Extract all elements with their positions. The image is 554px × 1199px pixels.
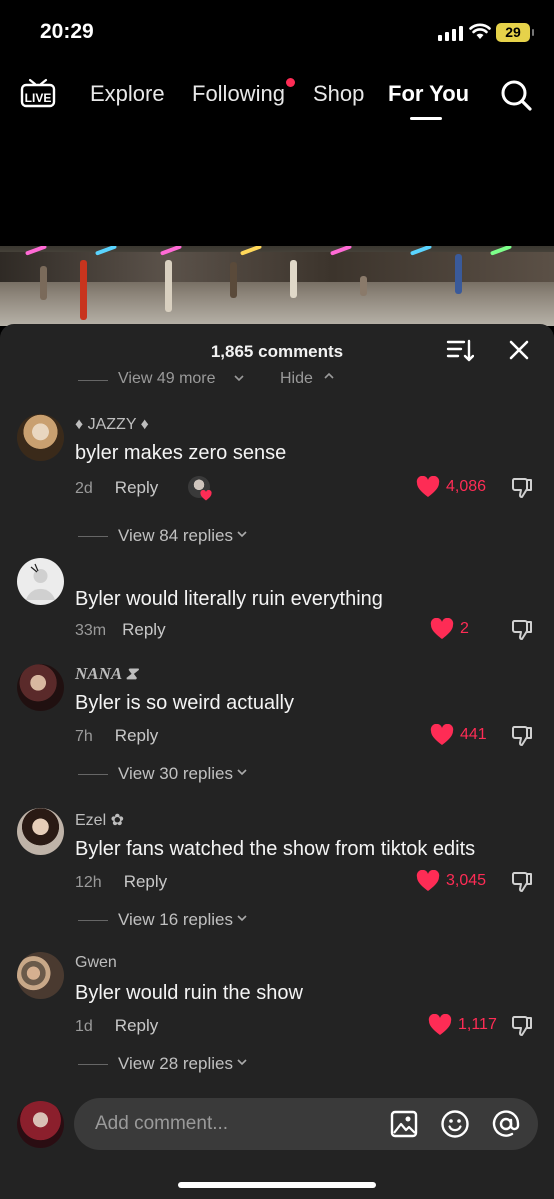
emoji-icon[interactable] — [440, 1109, 470, 1139]
image-icon[interactable] — [390, 1110, 418, 1138]
like-count: 441 — [460, 726, 487, 743]
reply-button[interactable]: Reply — [115, 1016, 158, 1035]
like-count: 4,086 — [446, 478, 487, 495]
view-replies-label: View 84 replies — [118, 526, 233, 545]
chevron-down-icon — [237, 915, 247, 922]
dislike-icon[interactable] — [510, 476, 534, 500]
like-button[interactable]: 441 — [430, 724, 487, 746]
heart-icon — [430, 724, 454, 745]
comment-text: Byler fans watched the show from tiktok … — [75, 838, 476, 860]
comment-box[interactable] — [74, 1098, 538, 1150]
live-label: LIVE — [25, 91, 52, 105]
reply-button[interactable]: Reply — [115, 478, 158, 497]
view-replies-link[interactable]: View 30 replies — [78, 764, 247, 784]
comment-input-bar — [0, 1082, 554, 1199]
view-replies-label: View 28 replies — [118, 1054, 233, 1073]
dislike-icon[interactable] — [510, 618, 534, 642]
video-player[interactable] — [0, 246, 554, 326]
active-tab-indicator — [410, 117, 442, 120]
comment-text: byler makes zero sense — [75, 442, 287, 464]
battery-icon: 29 — [496, 23, 534, 42]
comment-username[interactable]: Gwen — [75, 954, 117, 972]
like-button[interactable]: 4,086 — [416, 476, 486, 498]
comment-age: 1d — [75, 1018, 93, 1035]
creator-liked-heart-icon — [200, 490, 212, 501]
live-icon[interactable]: LIVE — [20, 78, 56, 108]
avatar[interactable] — [17, 808, 64, 855]
chevron-down-icon — [234, 375, 244, 382]
status-time: 20:29 — [40, 20, 94, 43]
like-count: 2 — [460, 620, 469, 637]
chevron-down-icon — [237, 769, 247, 776]
comment-username[interactable]: ♦ JAZZY ♦ — [75, 416, 149, 434]
chevron-down-icon — [237, 1059, 247, 1066]
status-bar: 20:29 29 — [0, 0, 554, 66]
collapse-replies-row: View 49 more Hide — [78, 368, 378, 390]
dislike-icon[interactable] — [510, 1014, 534, 1038]
heart-icon — [428, 1014, 452, 1035]
view-replies-label: View 16 replies — [118, 910, 233, 929]
chevron-down-icon — [237, 531, 247, 538]
dislike-icon[interactable] — [510, 870, 534, 894]
like-button[interactable]: 1,117 — [428, 1014, 497, 1036]
heart-icon — [430, 618, 454, 639]
default-avatar-icon — [26, 563, 55, 600]
comment-text: Byler would literally ruin everything — [75, 588, 383, 610]
avatar[interactable] — [17, 664, 64, 711]
tab-for-you[interactable]: For You — [388, 81, 469, 107]
cellular-signal-icon — [438, 25, 463, 41]
dislike-icon[interactable] — [510, 724, 534, 748]
comment-age: 7h — [75, 728, 93, 745]
comment-age: 33m — [75, 622, 107, 639]
view-replies-link[interactable]: View 28 replies — [78, 1054, 247, 1074]
comment-username[interactable]: Ezel ✿ — [75, 810, 124, 830]
search-icon[interactable] — [500, 79, 532, 111]
avatar[interactable] — [17, 414, 64, 461]
comment-meta: 1d Reply — [75, 1016, 158, 1036]
home-indicator — [178, 1182, 376, 1188]
wifi-icon — [469, 23, 491, 39]
my-avatar — [17, 1101, 64, 1148]
tab-shop[interactable]: Shop — [313, 81, 364, 107]
avatar[interactable] — [17, 952, 64, 999]
reply-button[interactable]: Reply — [124, 872, 167, 891]
comment-meta: 33m Reply — [75, 620, 166, 640]
mention-icon[interactable] — [491, 1109, 521, 1139]
comment-meta: 12h Reply — [75, 872, 167, 892]
tab-explore[interactable]: Explore — [90, 81, 165, 107]
reply-button[interactable]: Reply — [122, 620, 165, 639]
heart-icon — [416, 870, 440, 891]
comments-sheet: 1,865 comments View 49 more Hide ♦ JAZZY… — [0, 324, 554, 1199]
like-count: 3,045 — [446, 872, 487, 889]
add-comment-input[interactable] — [95, 1110, 375, 1138]
avatar[interactable] — [17, 558, 64, 605]
comment-meta: 2d Reply — [75, 478, 158, 498]
view-replies-link[interactable]: View 84 replies — [78, 526, 247, 546]
reply-button[interactable]: Reply — [115, 726, 158, 745]
view-replies-link[interactable]: View 16 replies — [78, 910, 247, 930]
comment-age: 12h — [75, 874, 102, 891]
heart-icon — [416, 476, 440, 497]
comment-age: 2d — [75, 480, 93, 497]
comment-meta: 7h Reply — [75, 726, 158, 746]
following-notification-dot — [286, 78, 295, 87]
like-button[interactable]: 2 — [430, 618, 469, 640]
tab-following[interactable]: Following — [192, 81, 285, 107]
chevron-up-icon — [324, 372, 334, 379]
like-count: 1,117 — [458, 1016, 497, 1033]
comment-text: Byler would ruin the show — [75, 982, 303, 1004]
top-nav: LIVE Explore Following Shop For You — [0, 70, 554, 122]
view-replies-label: View 30 replies — [118, 764, 233, 783]
comment-text: Byler is so weird actually — [75, 692, 294, 714]
sort-icon[interactable] — [446, 338, 474, 364]
hide-link[interactable]: Hide — [280, 370, 313, 388]
close-icon[interactable] — [508, 339, 530, 361]
view-more-link[interactable]: View 49 more — [118, 370, 216, 388]
like-button[interactable]: 3,045 — [416, 870, 486, 892]
comment-username[interactable]: NANA ⧗ — [75, 664, 137, 684]
